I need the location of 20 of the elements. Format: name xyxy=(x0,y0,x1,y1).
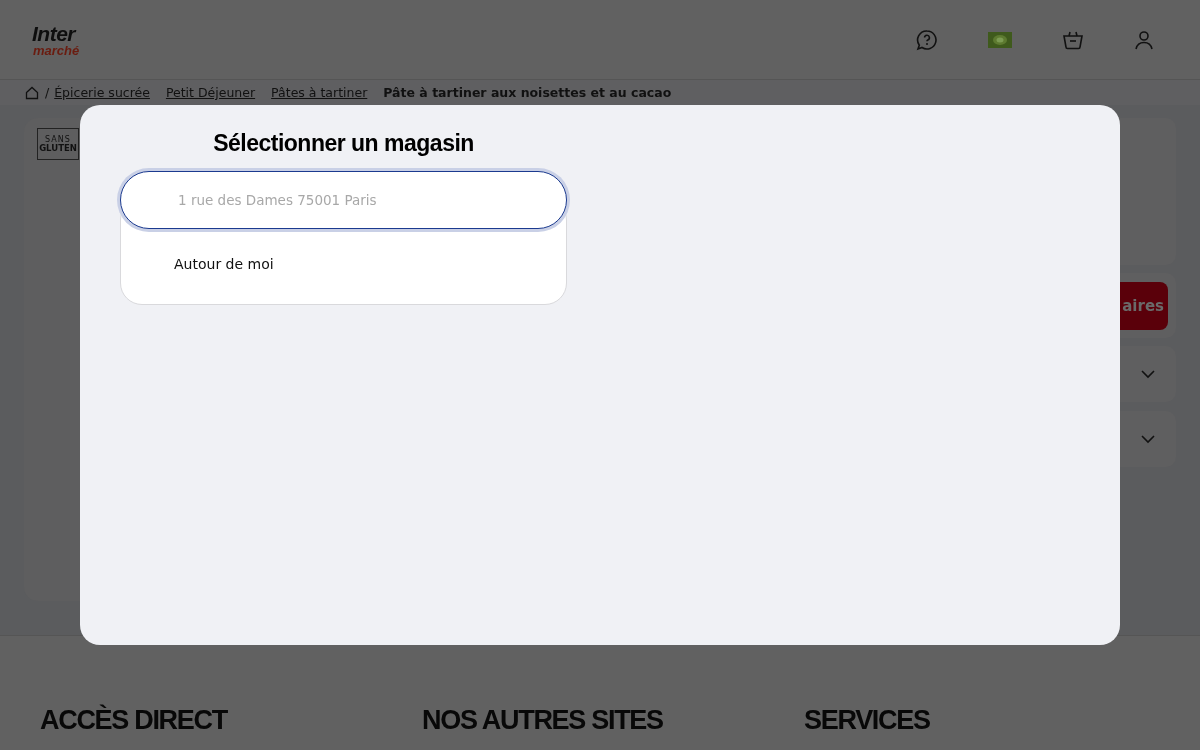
breadcrumb-link[interactable]: Petit Déjeuner xyxy=(165,85,256,100)
dialog-title: Sélectionner un magasin xyxy=(212,130,475,157)
breadcrumb-separator: / xyxy=(45,85,50,100)
user-icon[interactable] xyxy=(1134,29,1154,50)
suggestion-item[interactable]: Autour de moi xyxy=(174,256,274,272)
logo[interactable]: Inter marché xyxy=(32,22,80,57)
footer-heading: NOS AUTRES SITES xyxy=(422,705,664,736)
chevron-icon xyxy=(1140,434,1156,444)
footer-heading: ACCÈS DIRECT xyxy=(40,705,229,736)
breadcrumb-current: Pâte à tartiner aux noisettes et au cacao xyxy=(383,85,672,100)
breadcrumb-link[interactable]: Épicerie sucrée xyxy=(54,85,150,100)
address-field[interactable]: 1 rue des Dames 75001 Paris xyxy=(120,171,567,229)
home-icon[interactable] xyxy=(25,85,39,100)
chevron-icon xyxy=(1140,369,1156,379)
breadcrumb-link[interactable]: Pâtes à tartiner xyxy=(271,85,368,100)
footer-heading: SERVICES xyxy=(804,705,931,736)
gluten-free-badge: SANS GLUTEN xyxy=(37,128,79,160)
basket-icon[interactable] xyxy=(1062,29,1084,50)
flag-icon[interactable] xyxy=(988,31,1012,48)
help-icon[interactable] xyxy=(916,28,938,51)
